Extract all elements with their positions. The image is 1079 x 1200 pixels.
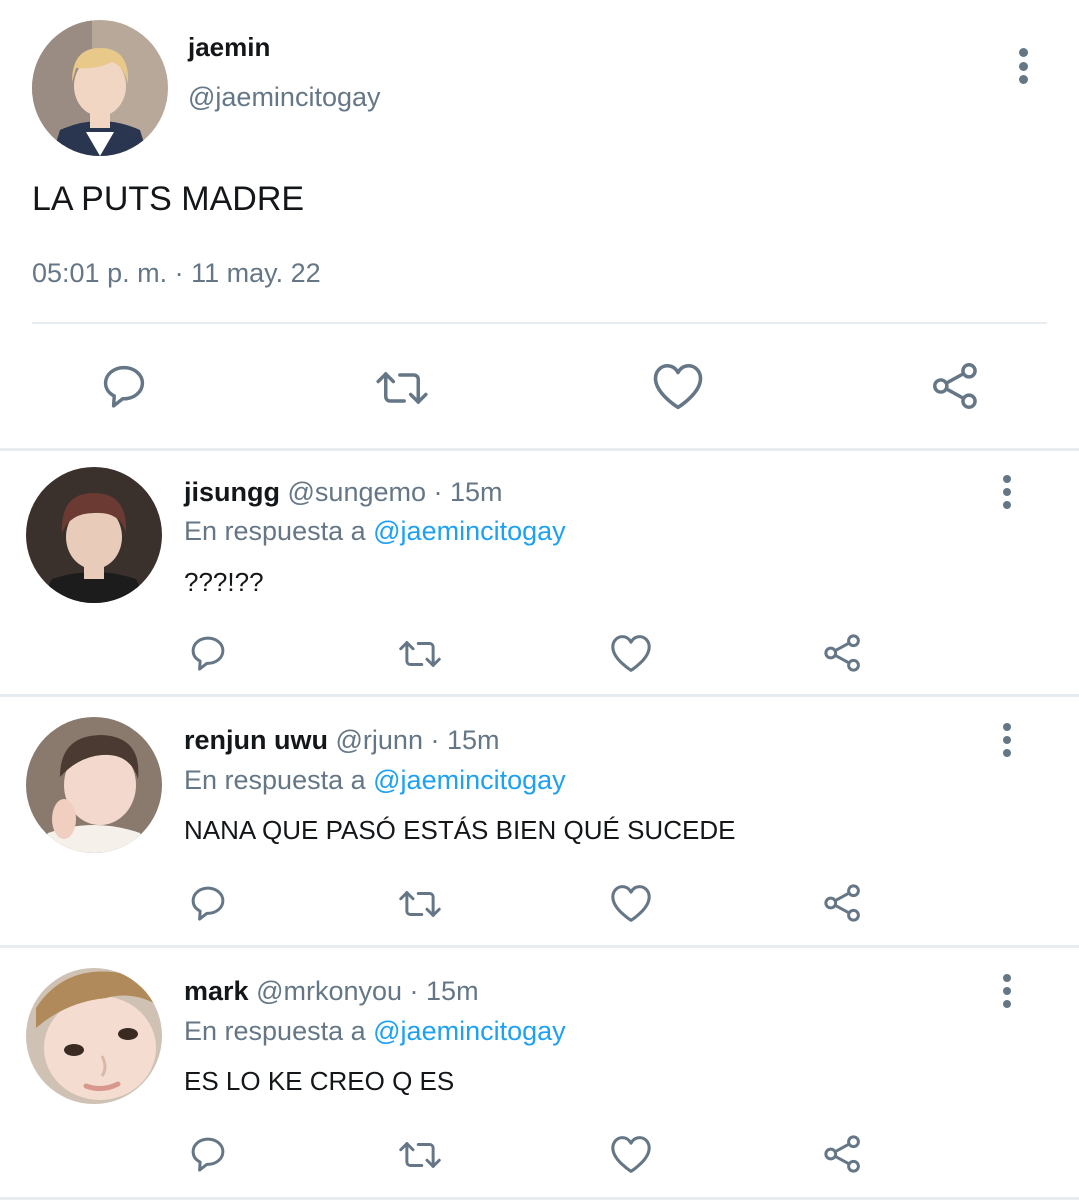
retweet-button[interactable]: [396, 882, 444, 926]
separator-dot: ·: [422, 725, 447, 755]
retweet-arrows-icon: [376, 372, 428, 404]
reply-tweet: renjun uwu @rjunn · 15m En respuesta a @…: [0, 697, 1079, 945]
reply-context: En respuesta a @jaemincitogay: [184, 516, 566, 547]
author-name[interactable]: mark: [184, 976, 249, 1006]
reply-context: En respuesta a @jaemincitogay: [184, 1016, 566, 1047]
like-button[interactable]: [608, 881, 654, 925]
avatar[interactable]: [26, 467, 162, 603]
share-button[interactable]: [928, 358, 984, 414]
reply-time: 15m: [450, 477, 503, 507]
retweet-button[interactable]: [396, 1133, 444, 1177]
author-name[interactable]: jaemin: [188, 32, 270, 63]
heart-icon: [611, 885, 651, 922]
reply-button[interactable]: [186, 631, 230, 675]
reply-button[interactable]: [96, 358, 152, 414]
reply-header: jisungg @sungemo · 15m: [184, 477, 503, 508]
like-button[interactable]: [608, 1132, 654, 1176]
author-handle[interactable]: @rjunn: [336, 725, 423, 755]
author-name[interactable]: renjun uwu: [184, 725, 328, 755]
share-nodes-icon: [824, 1135, 860, 1173]
share-nodes-icon: [824, 634, 860, 672]
like-button[interactable]: [650, 358, 706, 414]
reply-context: En respuesta a @jaemincitogay: [184, 765, 566, 796]
avatar[interactable]: [26, 717, 162, 853]
mention-link[interactable]: @jaemincitogay: [373, 1016, 566, 1046]
reply-time: 15m: [446, 725, 500, 755]
reply-prefix: En respuesta a: [184, 1016, 366, 1046]
author-name[interactable]: jisungg: [184, 477, 280, 507]
heart-icon: [653, 363, 703, 410]
tweet-text: LA PUTS MADRE: [32, 180, 305, 218]
heart-icon: [611, 635, 651, 672]
share-button[interactable]: [820, 631, 866, 675]
speech-bubble-icon: [191, 1137, 225, 1172]
more-options-button[interactable]: [1015, 48, 1031, 84]
share-button[interactable]: [820, 1132, 866, 1176]
retweet-arrows-icon: [399, 1142, 441, 1168]
heart-icon: [611, 1136, 651, 1173]
retweet-button[interactable]: [372, 360, 432, 416]
retweet-arrows-icon: [399, 891, 441, 917]
retweet-button[interactable]: [396, 632, 444, 676]
share-nodes-icon: [824, 884, 860, 922]
reply-button[interactable]: [186, 881, 230, 925]
separator-dot: ·: [402, 976, 427, 1006]
speech-bubble-icon: [191, 636, 225, 671]
divider: [32, 322, 1047, 324]
reply-header: renjun uwu @rjunn · 15m: [184, 725, 500, 756]
reply-button[interactable]: [186, 1132, 230, 1176]
retweet-arrows-icon: [399, 641, 441, 667]
vertical-dots-icon: [1003, 723, 1011, 731]
author-handle[interactable]: @mrkonyou: [256, 976, 402, 1006]
reply-header: mark @mrkonyou · 15m: [184, 976, 479, 1007]
vertical-dots-icon: [1003, 974, 1011, 982]
speech-bubble-icon: [191, 886, 225, 921]
avatar[interactable]: [26, 968, 162, 1104]
more-options-button[interactable]: [999, 974, 1015, 1008]
reply-prefix: En respuesta a: [184, 516, 366, 546]
reply-text: ES LO KE CREO Q ES: [184, 1066, 455, 1096]
speech-bubble-icon: [103, 365, 145, 408]
separator-dot: ·: [426, 477, 450, 507]
reply-text: NANA QUE PASÓ ESTÁS BIEN QUÉ SUCEDE: [184, 815, 736, 845]
vertical-dots-icon: [1003, 475, 1011, 483]
reply-time: 15m: [426, 976, 479, 1006]
tweet-timestamp: 05:01 p. m. · 11 may. 22: [32, 258, 321, 288]
more-options-button[interactable]: [999, 475, 1015, 509]
mention-link[interactable]: @jaemincitogay: [373, 516, 566, 546]
main-tweet: jaemin @jaemincitogay LA PUTS MADRE 05:0…: [0, 0, 1079, 450]
avatar[interactable]: [32, 20, 168, 156]
reply-prefix: En respuesta a: [184, 765, 366, 795]
reply-text: ???!??: [184, 567, 264, 597]
author-handle[interactable]: @sungemo: [288, 477, 426, 507]
reply-tweet: jisungg @sungemo · 15m En respuesta a @j…: [0, 451, 1079, 699]
vertical-dots-icon: [1018, 48, 1028, 57]
reply-tweet: mark @mrkonyou · 15m En respuesta a @jae…: [0, 948, 1079, 1196]
author-handle[interactable]: @jaemincitogay: [188, 82, 381, 113]
mention-link[interactable]: @jaemincitogay: [373, 765, 566, 795]
like-button[interactable]: [608, 631, 654, 675]
share-nodes-icon: [933, 363, 977, 409]
share-button[interactable]: [820, 881, 866, 925]
more-options-button[interactable]: [999, 723, 1015, 757]
